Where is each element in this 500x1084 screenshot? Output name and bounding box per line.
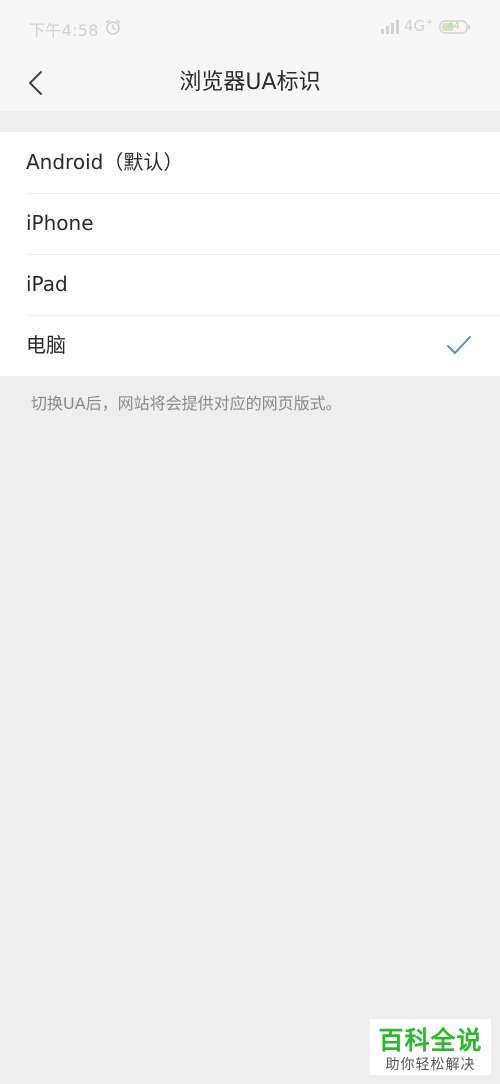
watermark-title: 百科全说 — [378, 1026, 483, 1055]
option-iphone[interactable]: iPhone — [0, 193, 500, 254]
option-android[interactable]: Android（默认） — [0, 132, 500, 193]
option-desktop[interactable]: 电脑 — [0, 315, 500, 376]
checkmark-icon — [447, 336, 471, 354]
battery-indicator: 44 — [439, 20, 471, 34]
option-label: 电脑 — [26, 333, 66, 357]
ua-options-list: Android（默认） iPhone iPad 电脑 — [0, 132, 500, 376]
option-label: iPad — [26, 272, 68, 296]
top-area: 下午4:58 4G+ 44 浏览器UA标识 — [0, 0, 500, 111]
back-button[interactable] — [14, 61, 58, 105]
watermark-logo: 百科全说 助你轻松解决 — [370, 1019, 491, 1075]
option-label: Android（默认） — [26, 150, 184, 174]
battery-level: 44 — [447, 21, 460, 32]
network-badge: + — [425, 17, 434, 28]
option-ipad[interactable]: iPad — [0, 254, 500, 315]
option-label: iPhone — [26, 211, 94, 235]
page-title: 浏览器UA标识 — [179, 70, 321, 95]
alarm-clock-icon — [105, 19, 121, 35]
status-time: 下午4:58 — [29, 21, 99, 40]
network-type: 4G+ — [404, 17, 434, 35]
watermark-subtitle: 助你轻松解决 — [385, 1057, 476, 1073]
nav-bar: 浏览器UA标识 — [0, 55, 500, 111]
signal-bars-icon — [381, 20, 399, 34]
network-label: 4G — [404, 17, 426, 35]
chevron-left-icon — [29, 71, 42, 95]
status-bar: 下午4:58 4G+ 44 — [0, 0, 500, 55]
hint-text: 切换UA后，网站将会提供对应的网页版式。 — [31, 394, 342, 413]
